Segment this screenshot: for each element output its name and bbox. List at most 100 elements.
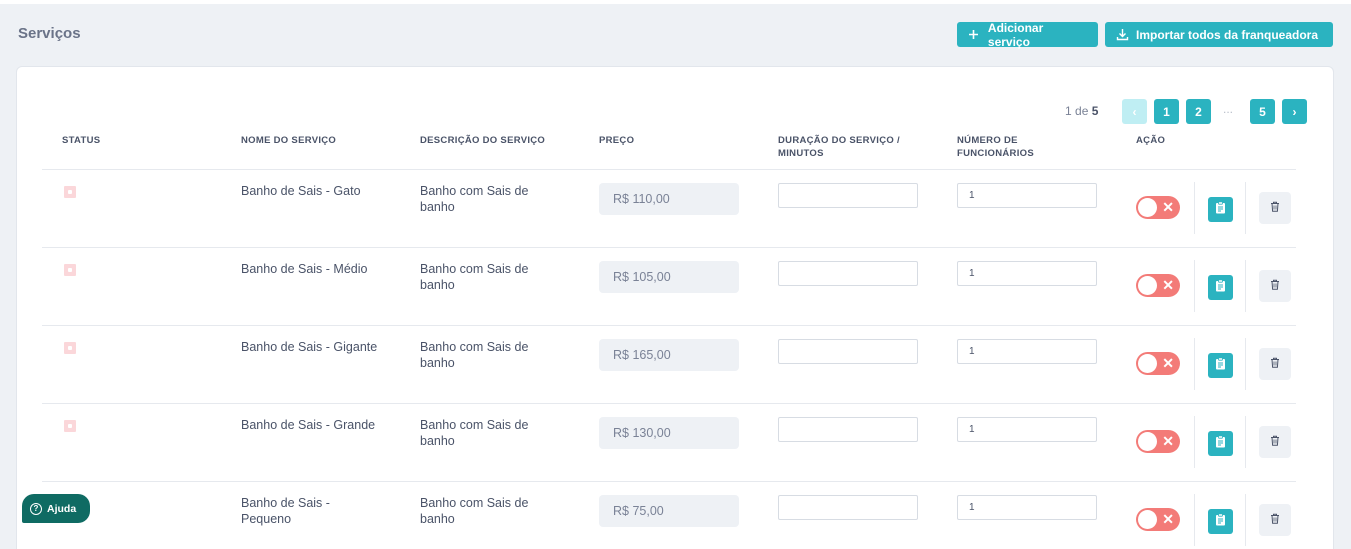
clipboard-icon <box>1215 512 1226 531</box>
service-description-line2: banho <box>420 434 455 448</box>
service-description: Banho com Sais de banho <box>420 261 580 293</box>
next-page-button[interactable]: › <box>1282 99 1307 124</box>
page-title: Serviços <box>18 25 81 42</box>
close-icon: ✕ <box>1162 433 1174 449</box>
toggle-knob <box>1138 198 1157 217</box>
service-name-line1: Banho de Sais - Médio <box>241 262 368 276</box>
trash-icon <box>1270 277 1280 295</box>
prev-page-button[interactable]: ‹ <box>1122 99 1147 124</box>
header-price: PREÇO <box>599 135 635 146</box>
action-divider <box>1194 416 1195 468</box>
edit-button[interactable] <box>1208 197 1233 222</box>
edit-button[interactable] <box>1208 275 1233 300</box>
toggle-knob <box>1138 510 1157 529</box>
service-name: Banho de Sais - Gato <box>241 183 401 199</box>
delete-button[interactable] <box>1259 192 1291 224</box>
import-all-label: Importar todos da franqueadora <box>1136 27 1319 42</box>
service-name: Banho de Sais - Gigante <box>241 339 401 355</box>
delete-button[interactable] <box>1259 270 1291 302</box>
trash-icon <box>1270 433 1280 451</box>
duration-input[interactable] <box>778 495 918 520</box>
plus-icon <box>967 28 981 42</box>
delete-button[interactable] <box>1259 504 1291 536</box>
duration-input[interactable] <box>778 261 918 286</box>
status-toggle[interactable]: ✕ <box>1136 430 1180 453</box>
delete-button[interactable] <box>1259 426 1291 458</box>
clipboard-icon <box>1215 434 1226 453</box>
service-name-line2: Pequeno <box>241 512 292 526</box>
action-divider <box>1245 260 1246 312</box>
clipboard-icon <box>1215 356 1226 375</box>
header-employees-line2: FUNCIONÁRIOS <box>957 148 1034 159</box>
service-description-line2: banho <box>420 512 455 526</box>
price-field: R$ 75,00 <box>599 495 739 527</box>
action-divider <box>1245 416 1246 468</box>
header-description: DESCRIÇÃO DO SERVIÇO <box>420 135 546 146</box>
current-page-input[interactable]: 1 <box>1065 104 1072 118</box>
row-divider <box>42 403 1296 404</box>
header-employees-line1: NÚMERO DE <box>957 135 1018 146</box>
clipboard-icon <box>1215 200 1226 219</box>
row-divider <box>42 247 1296 248</box>
header-name: NOME DO SERVIÇO <box>241 135 337 146</box>
action-divider <box>1245 338 1246 390</box>
status-toggle[interactable]: ✕ <box>1136 196 1180 219</box>
trash-icon <box>1270 199 1280 217</box>
header-duration-line1: DURAÇÃO DO SERVIÇO / <box>778 135 900 146</box>
price-field: R$ 165,00 <box>599 339 739 371</box>
edit-button[interactable] <box>1208 353 1233 378</box>
import-all-button[interactable]: Importar todos da franqueadora <box>1105 22 1333 47</box>
service-name-line1: Banho de Sais - Grande <box>241 418 376 432</box>
toggle-knob <box>1138 432 1157 451</box>
download-icon <box>1115 28 1129 42</box>
header-duration-line2: MINUTOS <box>778 148 824 159</box>
service-description-line1: Banho com Sais de <box>420 340 529 354</box>
service-name-line1: Banho de Sais - <box>241 496 330 510</box>
duration-input[interactable] <box>778 183 918 208</box>
service-name: Banho de Sais - Médio <box>241 261 401 277</box>
status-toggle[interactable]: ✕ <box>1136 352 1180 375</box>
employees-input[interactable]: 1 <box>957 261 1097 286</box>
page-5-button[interactable]: 5 <box>1250 99 1275 124</box>
price-field: R$ 130,00 <box>599 417 739 449</box>
help-button[interactable]: ? Ajuda <box>22 494 90 523</box>
clipboard-icon <box>1215 278 1226 297</box>
trash-icon <box>1270 355 1280 373</box>
add-service-label: Adicionar serviço <box>987 20 1044 49</box>
action-divider <box>1194 182 1195 234</box>
help-label: Ajuda <box>47 502 77 515</box>
service-description: Banho com Sais de banho <box>420 417 580 449</box>
status-toggle[interactable]: ✕ <box>1136 274 1180 297</box>
edit-button[interactable] <box>1208 431 1233 456</box>
page-1-button[interactable]: 1 <box>1154 99 1179 124</box>
header-status: STATUS <box>62 135 101 146</box>
edit-button[interactable] <box>1208 509 1233 534</box>
row-divider <box>42 325 1296 326</box>
employees-input[interactable]: 1 <box>957 339 1097 364</box>
pagination-ellipsis: ... <box>1223 102 1234 116</box>
of-label: de <box>1075 104 1089 118</box>
employees-input[interactable]: 1 <box>957 417 1097 442</box>
header-duration: DURAÇÃO DO SERVIÇO / MINUTOS <box>778 134 900 160</box>
service-name: Banho de Sais - Grande <box>241 417 401 433</box>
action-divider <box>1245 182 1246 234</box>
add-service-button[interactable]: Adicionar serviço <box>957 20 1098 49</box>
row-divider <box>42 481 1296 482</box>
top-edge <box>0 0 1351 4</box>
header-employees: NÚMERO DE FUNCIONÁRIOS <box>957 134 1034 160</box>
service-description: Banho com Sais de banho <box>420 495 580 527</box>
action-divider <box>1194 260 1195 312</box>
service-description-line1: Banho com Sais de <box>420 418 529 432</box>
question-icon: ? <box>30 502 42 515</box>
employees-input[interactable]: 1 <box>957 495 1097 520</box>
delete-button[interactable] <box>1259 348 1291 380</box>
price-field: R$ 110,00 <box>599 183 739 215</box>
duration-input[interactable] <box>778 339 918 364</box>
status-toggle[interactable]: ✕ <box>1136 508 1180 531</box>
close-icon: ✕ <box>1162 199 1174 215</box>
duration-input[interactable] <box>778 417 918 442</box>
pagination-info: 1 de 5 <box>1065 104 1098 118</box>
price-field: R$ 105,00 <box>599 261 739 293</box>
employees-input[interactable]: 1 <box>957 183 1097 208</box>
page-2-button[interactable]: 2 <box>1186 99 1211 124</box>
